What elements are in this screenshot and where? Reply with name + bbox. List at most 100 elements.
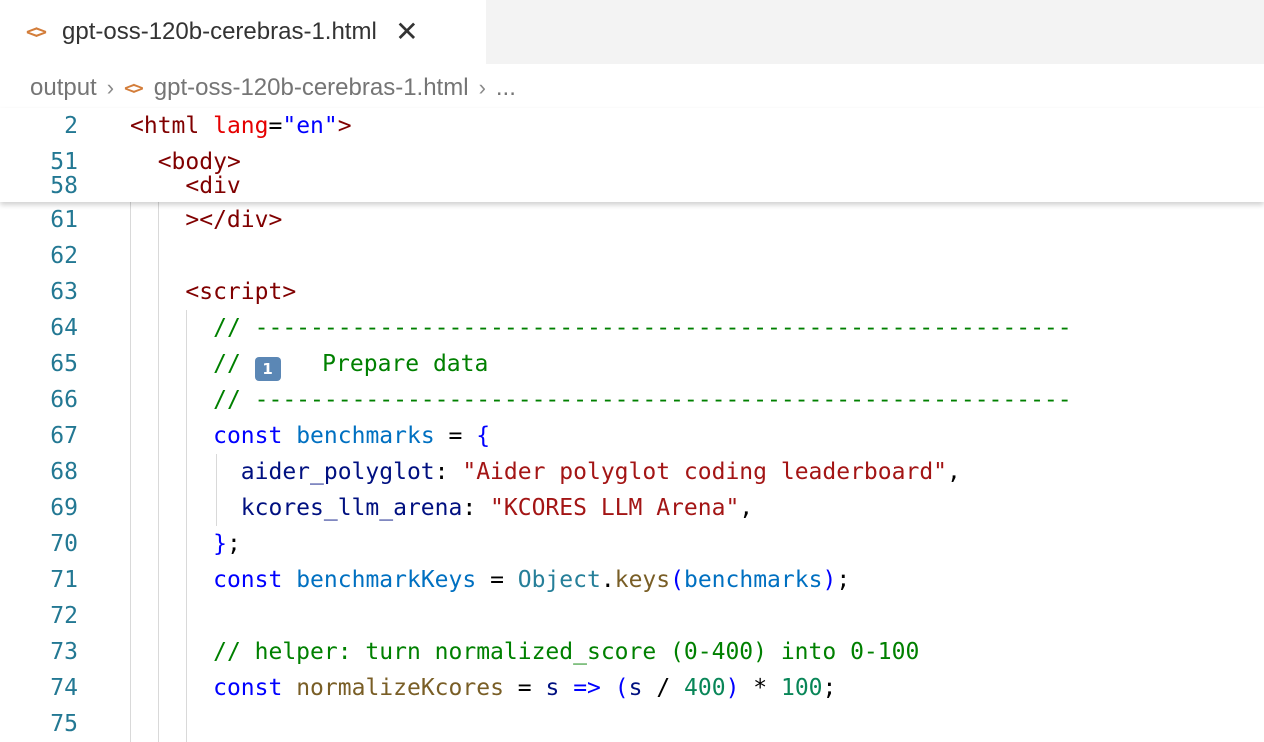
indent-guide [130,202,131,742]
code-text: // helper: turn normalized_score (0-400)… [130,634,919,670]
code-file-icon: <> [26,21,47,43]
line-number: 75 [50,711,78,737]
code-line[interactable]: 70 }; [0,526,1264,562]
code-token: keys [614,567,671,593]
line-number: 64 [50,315,78,341]
code-text: const benchmarkKeys = Object.keys(benchm… [130,562,850,598]
code-token: <html [130,113,200,139]
tab-title: gpt-oss-120b-cerebras-1.html [62,18,377,45]
chevron-right-icon: › [478,75,486,100]
code-token: ) [725,675,740,701]
code-line[interactable]: 65 // 1 Prepare data [0,346,1264,382]
code-line[interactable]: 61 ></div> [0,202,1264,238]
line-number: 70 [50,531,78,557]
code-line[interactable]: 68 aider_polyglot: "Aider polyglot codin… [0,454,1264,490]
code-token: = [476,567,518,593]
code-text: const benchmarks = { [130,418,490,454]
line-number: 74 [50,675,78,701]
code-token: benchmarkKeys [296,567,477,593]
code-token: // -------------------------------------… [213,387,1072,413]
code-token: const [213,567,283,593]
code-text: <script> [130,274,296,310]
code-line[interactable]: 64 // ----------------------------------… [0,310,1264,346]
line-number: 66 [50,387,78,413]
code-token: 400 [684,675,726,701]
line-number: 72 [50,603,78,629]
keycap-one-icon: 1 [254,357,281,381]
code-token: / [642,675,685,701]
code-token: const [213,675,283,701]
code-token: ( [670,567,684,593]
code-text: <html lang="en"> [130,108,352,144]
code-token: ( [614,675,629,701]
code-text: // 1 Prepare data [130,346,488,382]
code-line[interactable]: 75 [0,706,1264,742]
code-token: s [545,675,560,701]
code-token: "KCORES LLM Arena" [490,495,740,521]
indent-guide [186,310,187,742]
line-number: 69 [50,495,78,521]
code-token: lang [213,113,269,139]
tab-active-file[interactable]: <> gpt-oss-120b-cerebras-1.html ✕ [0,0,486,64]
code-token: <script> [185,279,297,305]
code-line[interactable]: 66 // ----------------------------------… [0,382,1264,418]
code-token: ; [836,567,851,593]
breadcrumb-more[interactable]: ... [496,74,516,102]
code-line[interactable]: 69 kcores_llm_arena: "KCORES LLM Arena", [0,490,1264,526]
code-text: ></div> [130,202,282,238]
code-token: aider_polyglot [240,459,435,485]
code-text: // -------------------------------------… [130,310,1072,346]
line-number: 61 [50,207,78,233]
code-token: 100 [780,675,823,701]
code-token: <div [185,173,241,199]
line-number: 73 [50,639,78,665]
code-token: benchmarks [296,423,435,449]
line-number: 65 [50,351,78,377]
breadcrumb-folder[interactable]: output [30,74,97,102]
code-line[interactable]: 62 [0,238,1264,274]
code-line[interactable]: 72 [0,598,1264,634]
code-token: // helper: turn normalized_score (0-400)… [213,639,920,665]
code-line[interactable]: 63 <script> [0,274,1264,310]
code-editor[interactable]: 2 <html lang="en"> 51 <body> 58 <div 61 ></… [0,108,1264,742]
code-token: = [434,423,477,449]
code-token: = [503,675,546,701]
line-number: 68 [50,459,78,485]
code-token: ; [226,531,241,557]
sticky-scroll-header[interactable]: 2 <html lang="en"> 51 <body> 58 <div [0,108,1264,202]
code-text: const normalizeKcores = s => (s / 400) *… [130,670,836,706]
close-icon[interactable]: ✕ [395,18,419,46]
code-token: . [600,567,615,593]
code-token: "Aider polyglot coding leaderboard" [462,459,948,485]
code-line[interactable]: 71 const benchmarkKeys = Object.keys(ben… [0,562,1264,598]
code-token: const [213,423,283,449]
breadcrumb-file[interactable]: gpt-oss-120b-cerebras-1.html [154,74,469,102]
code-token: Prepare data [280,351,489,377]
code-token: ; [822,675,837,701]
code-token: kcores_llm_arena [240,495,463,521]
code-token: = [268,113,283,139]
line-number: 67 [50,423,78,449]
code-token: benchmarks [683,567,823,593]
code-line[interactable]: 74 const normalizeKcores = s => (s / 400… [0,670,1264,706]
code-line[interactable]: 58 <div [0,168,1264,202]
code-token: Object [517,567,601,593]
code-token: , [947,459,961,485]
code-line[interactable]: 2 <html lang="en"> [0,108,1264,144]
code-line[interactable]: 73 // helper: turn normalized_score (0-4… [0,634,1264,670]
code-line[interactable]: 67 const benchmarks = { [0,418,1264,454]
line-number: 71 [50,567,78,593]
code-token: "en" [282,113,338,139]
indent-guide [158,202,159,742]
